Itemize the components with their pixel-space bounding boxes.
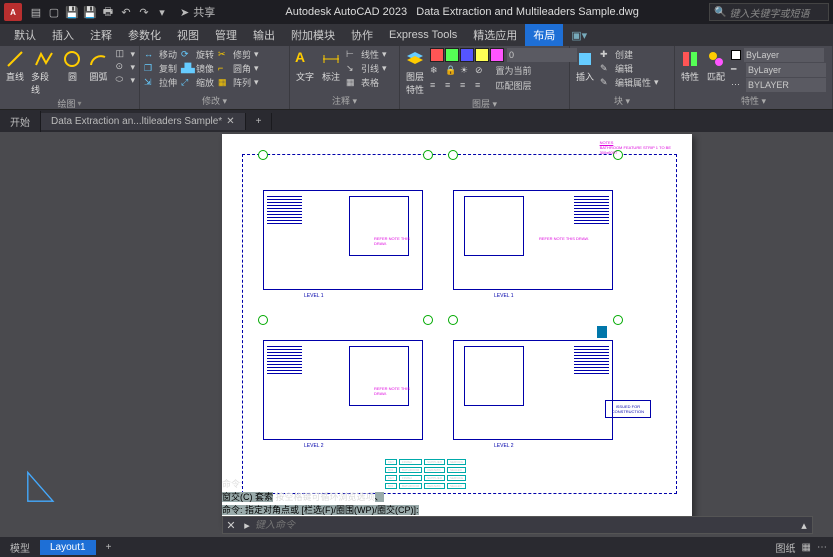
paper-button[interactable]: 图纸 — [776, 540, 796, 555]
tab-annotate[interactable]: 注释 — [82, 24, 120, 46]
menu-bar: 默认 插入 注释 参数化 视图 管理 输出 附加模块 协作 Express To… — [0, 24, 833, 46]
layer-props-button[interactable]: 图层 特性 — [404, 48, 426, 97]
panel-modify: ↔移动 ❐复制 ⇲拉伸 ⟳旋转 ▟▙镜像 ⤢缩放 ✂修剪▾ ⌐圆角▾ ▦阵列▾ … — [140, 46, 290, 109]
model-tab[interactable]: 模型 — [0, 538, 40, 557]
new-tab-button[interactable]: + — [246, 113, 273, 130]
polyline-button[interactable]: 多段线 — [30, 48, 57, 97]
file-tabs: 开始 Data Extraction an...ltileaders Sampl… — [0, 110, 833, 132]
tab-extra-icon[interactable]: ▣▾ — [563, 26, 595, 45]
share-icon: ➤ — [180, 6, 189, 19]
tab-express[interactable]: Express Tools — [381, 26, 465, 44]
color-dropdown[interactable]: ByLayer — [744, 48, 824, 62]
drawing-tab[interactable]: Data Extraction an...ltileaders Sample*✕ — [41, 113, 246, 130]
share-button[interactable]: ➤ 共享 — [180, 4, 215, 20]
issue-stamp: ISSUED FORCONSTRUCTION — [605, 400, 651, 418]
search-icon: 🔍 — [714, 7, 726, 18]
panel-block: 插入 ✚创建 ✎编辑 ✎编辑属性▾ 块 ▾ — [570, 46, 675, 109]
tab-view[interactable]: 视图 — [169, 24, 207, 46]
status-grid-icon[interactable]: ▦ — [802, 542, 811, 553]
ucs-icon — [26, 467, 62, 503]
cmd-prompt-icon: ▸ — [239, 519, 255, 532]
new-layout-button[interactable]: + — [96, 540, 122, 555]
layer-state-icons[interactable] — [430, 48, 504, 62]
status-bar: 图纸 ▦ ⋯ — [776, 540, 833, 555]
panel-draw: 直线 多段线 圆 圆弧 ◫▾ ⊙▾ ⬭▾ 绘图▾ — [0, 46, 140, 109]
qat-dropdown-icon[interactable]: ▾ — [154, 4, 170, 20]
tab-layout[interactable]: 布局 — [525, 24, 563, 46]
edit-block-button[interactable]: ✎编辑 — [600, 62, 659, 75]
panel-annotate: A文字 标注 ⊢线性▾ ↘引线▾ ▦表格 注释 ▾ — [290, 46, 400, 109]
tab-insert[interactable]: 插入 — [44, 24, 82, 46]
edit-attr-button[interactable]: ✎编辑属性▾ — [600, 76, 659, 89]
tab-featured[interactable]: 精选应用 — [465, 24, 525, 46]
start-tab[interactable]: 开始 — [0, 111, 41, 132]
status-more-icon[interactable]: ⋯ — [817, 542, 827, 553]
cmd-menu-icon[interactable]: ▴ — [796, 519, 812, 532]
arc-button[interactable]: 圆弧 — [87, 48, 109, 84]
tab-collab[interactable]: 协作 — [343, 24, 381, 46]
fillet-button[interactable]: ⌐圆角▾ — [218, 62, 259, 75]
stretch-button[interactable]: ⇲拉伸 — [144, 76, 177, 89]
drawing-area[interactable]: REFER NOTE THIS DRAW. LEVEL 1 REFER NOTE… — [0, 132, 833, 537]
close-cmd-icon[interactable]: ✕ — [223, 519, 239, 532]
layout1-tab[interactable]: Layout1 — [40, 540, 96, 555]
command-input[interactable] — [255, 520, 796, 531]
title-bar: A ▤ ▢ 💾 💾 🖶 ↶ ↷ ▾ ➤ 共享 Autodesk AutoCAD … — [0, 0, 833, 24]
close-tab-icon[interactable]: ✕ — [226, 116, 234, 127]
app-icon[interactable]: A — [4, 3, 22, 21]
tab-manage[interactable]: 管理 — [207, 24, 245, 46]
qat-open-icon[interactable]: ▢ — [46, 4, 62, 20]
app-title: Autodesk AutoCAD 2023 Data Extraction an… — [215, 6, 709, 18]
search-input[interactable]: 🔍 键入关键字或短语 — [709, 3, 829, 21]
scale-button[interactable]: ⤢缩放 — [181, 76, 214, 89]
panel-props: 特性 匹配 ByLayer ━ByLayer ⋯BYLAYER 特性 ▾ — [675, 46, 833, 109]
array-button[interactable]: ▦阵列▾ — [218, 76, 259, 89]
text-button[interactable]: A文字 — [294, 48, 316, 84]
qat-plot-icon[interactable]: 🖶 — [100, 4, 116, 20]
match-props-button[interactable]: 匹配 — [705, 48, 727, 84]
qat-redo-icon[interactable]: ↷ — [136, 4, 152, 20]
linetype-row[interactable]: ⊢线性▾ — [346, 48, 387, 61]
layout-tabs: 模型 Layout1 + 图纸 ▦ ⋯ — [0, 537, 833, 557]
layer-icons-row[interactable]: ❄🔒☀⊘ 置为当前 — [430, 64, 577, 77]
match-layer-button[interactable]: ≡≡≡≡ 匹配图层 — [430, 79, 577, 92]
trim-button[interactable]: ✂修剪▾ — [218, 48, 259, 61]
leader-row[interactable]: ↘引线▾ — [346, 62, 387, 75]
command-line[interactable]: ✕ ▸ ▴ — [222, 516, 813, 534]
draw-misc-3[interactable]: ⬭▾ — [115, 74, 135, 86]
qat-new-icon[interactable]: ▤ — [28, 4, 44, 20]
draw-misc-2[interactable]: ⊙▾ — [115, 61, 135, 73]
line-button[interactable]: 直线 — [4, 48, 26, 84]
viewport[interactable]: REFER NOTE THIS DRAW. LEVEL 1 REFER NOTE… — [242, 154, 677, 494]
tab-parametric[interactable]: 参数化 — [120, 24, 169, 46]
command-window: 命令: 窗交(C) 套索 按空格键可循环浏览选项、 命令: 指定对角点或 [栏选… — [222, 477, 813, 534]
create-block-button[interactable]: ✚创建 — [600, 48, 659, 61]
ribbon: 直线 多段线 圆 圆弧 ◫▾ ⊙▾ ⬭▾ 绘图▾ ↔移动 ❐复制 ⇲拉伸 ⟳旋转… — [0, 46, 833, 110]
copy-button[interactable]: ❐复制 — [144, 62, 177, 75]
dim-button[interactable]: 标注 — [320, 48, 342, 84]
mirror-button[interactable]: ▟▙镜像 — [181, 62, 214, 75]
insert-block-button[interactable]: 插入 — [574, 48, 596, 84]
quick-access-toolbar: ▤ ▢ 💾 💾 🖶 ↶ ↷ ▾ — [28, 4, 170, 20]
command-history: 命令: 窗交(C) 套索 按空格键可循环浏览选项、 命令: 指定对角点或 [栏选… — [222, 477, 813, 516]
props-button[interactable]: 特性 — [679, 48, 701, 84]
tab-output[interactable]: 输出 — [245, 24, 283, 46]
panel-layers: 图层 特性 0 ❄🔒☀⊘ 置为当前 ≡≡≡≡ 匹配图层 图层 ▾ — [400, 46, 570, 109]
draw-misc-1[interactable]: ◫▾ — [115, 48, 135, 60]
tab-default[interactable]: 默认 — [6, 24, 44, 46]
layer-dropdown[interactable]: 0 — [507, 48, 577, 62]
circle-button[interactable]: 圆 — [61, 48, 83, 84]
table-row-btn[interactable]: ▦表格 — [346, 76, 387, 89]
move-button[interactable]: ↔移动 — [144, 48, 177, 61]
share-label: 共享 — [193, 4, 215, 20]
qat-saveas-icon[interactable]: 💾 — [82, 4, 98, 20]
tab-addins[interactable]: 附加模块 — [283, 24, 343, 46]
rotate-button[interactable]: ⟳旋转 — [181, 48, 214, 61]
ltype-dropdown[interactable]: BYLAYER — [746, 78, 826, 92]
lweight-dropdown[interactable]: ByLayer — [746, 63, 826, 77]
qat-undo-icon[interactable]: ↶ — [118, 4, 134, 20]
qat-save-icon[interactable]: 💾 — [64, 4, 80, 20]
paper-space: REFER NOTE THIS DRAW. LEVEL 1 REFER NOTE… — [222, 134, 692, 524]
